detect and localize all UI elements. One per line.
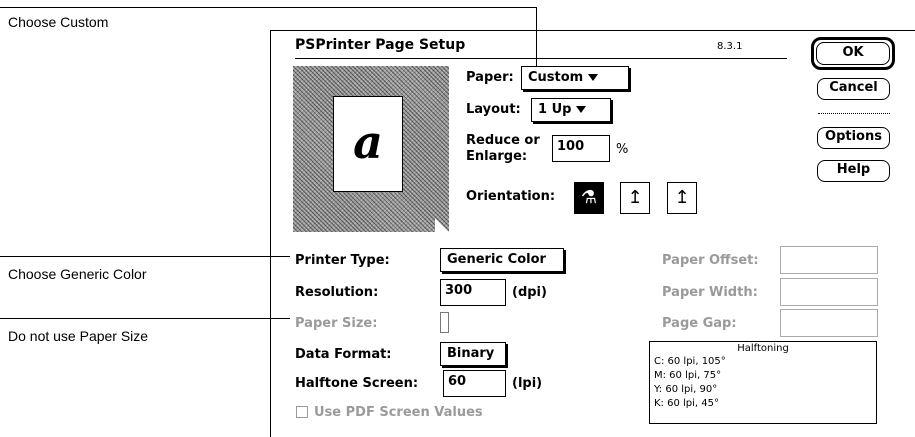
callout-line-papersize	[0, 318, 290, 319]
annotation-no-paper-size: Do not use Paper Size	[8, 328, 149, 344]
dialog-left-edge	[270, 30, 271, 437]
callout-line-generic	[0, 256, 290, 257]
callout-line-custom	[0, 7, 537, 8]
paper-label: Paper:	[466, 70, 514, 85]
printer-type-value: Generic Color	[447, 252, 546, 267]
options-button[interactable]: Options	[817, 127, 890, 149]
chevron-down-icon	[588, 74, 599, 81]
pdf-screen-label: Use PDF Screen Values	[314, 405, 483, 420]
rotated-landscape-orientation-icon[interactable]: ↥	[667, 182, 697, 214]
percent-unit: %	[616, 142, 629, 157]
resolution-unit: (dpi)	[512, 285, 547, 300]
layout-label: Layout:	[466, 102, 521, 117]
page-gap-input[interactable]	[780, 309, 878, 337]
page-gap-label: Page Gap:	[662, 316, 737, 331]
halftoning-line-m: M: 60 lpi, 75°	[654, 370, 722, 381]
pdf-screen-checkbox[interactable]	[296, 406, 308, 418]
layout-popup[interactable]: 1 Up	[531, 98, 611, 122]
halftoning-line-c: C: 60 lpi, 105°	[654, 356, 726, 367]
cancel-button[interactable]: Cancel	[817, 78, 890, 100]
annotation-choose-custom: Choose Custom	[8, 14, 109, 30]
version-label: 8.3.1	[717, 41, 743, 52]
page-fold-corner	[435, 218, 449, 232]
reduce-label-line2: Enlarge:	[466, 149, 528, 164]
dialog-title: PSPrinter Page Setup	[295, 37, 466, 53]
button-divider	[818, 113, 890, 114]
reduce-input[interactable]: 100	[552, 135, 610, 162]
paper-offset-input[interactable]	[780, 246, 878, 274]
help-button[interactable]: Help	[817, 160, 890, 182]
data-format-value: Binary	[447, 346, 495, 361]
callout-line-custom-drop	[536, 7, 537, 69]
halftone-screen-unit: (lpi)	[512, 376, 543, 391]
paper-offset-label: Paper Offset:	[662, 253, 759, 268]
printer-type-popup[interactable]: Generic Color	[440, 248, 564, 272]
paper-width-label: Paper Width:	[662, 285, 758, 300]
orientation-label: Orientation:	[466, 189, 556, 204]
paper-size-label: Paper Size:	[295, 316, 378, 331]
paper-value: Custom	[528, 70, 584, 85]
preview-sheet: a	[333, 96, 403, 192]
landscape-orientation-icon[interactable]: ↥	[620, 182, 650, 214]
data-format-popup[interactable]: Binary	[440, 342, 506, 366]
paper-popup[interactable]: Custom	[521, 66, 629, 90]
chevron-down-icon	[576, 106, 587, 113]
halftone-screen-input[interactable]: 60	[443, 370, 506, 397]
halftoning-line-y: Y: 60 lpi, 90°	[654, 384, 718, 395]
annotation-choose-generic-color: Choose Generic Color	[8, 266, 147, 282]
halftone-screen-label: Halftone Screen:	[295, 376, 419, 391]
paper-size-popup[interactable]	[440, 312, 449, 333]
printer-type-label: Printer Type:	[295, 253, 390, 268]
portrait-orientation-icon[interactable]: ⚗	[574, 182, 604, 214]
halftoning-title: Halftoning	[737, 343, 789, 354]
reduce-label-line1: Reduce or	[466, 133, 540, 148]
layout-value: 1 Up	[538, 102, 572, 117]
preview-letter: a	[353, 115, 383, 169]
ok-button[interactable]: OK	[816, 42, 890, 65]
reduce-label: Reduce or Enlarge:	[466, 133, 540, 165]
halftoning-box: Halftoning C: 60 lpi, 105° M: 60 lpi, 75…	[649, 341, 877, 424]
halftoning-line-k: K: 60 lpi, 45°	[654, 398, 719, 409]
title-rule	[295, 58, 787, 59]
paper-width-input[interactable]	[780, 278, 878, 306]
resolution-label: Resolution:	[295, 285, 379, 300]
resolution-input[interactable]: 300	[440, 279, 506, 306]
dialog-top-edge	[270, 30, 915, 31]
data-format-label: Data Format:	[295, 347, 392, 362]
